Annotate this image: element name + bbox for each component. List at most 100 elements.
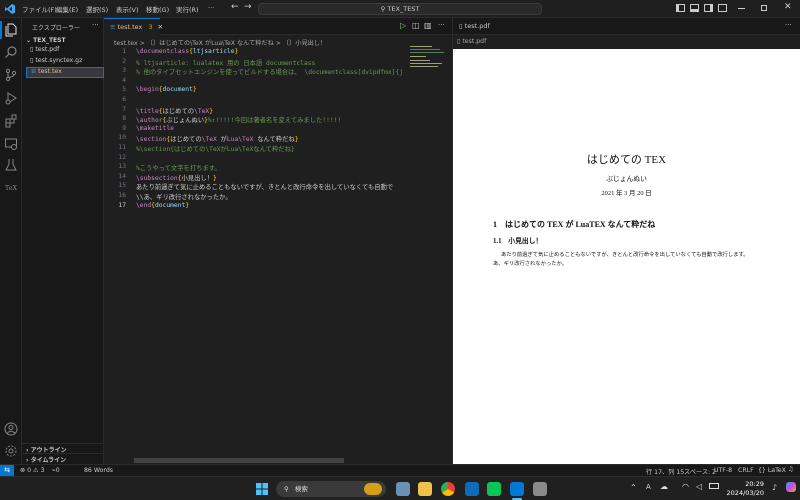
toggle-secondary-sidebar-icon[interactable]: [704, 4, 713, 12]
customize-layout-icon[interactable]: [718, 4, 727, 12]
code-line[interactable]: % 他のタイプセットエンジンを使ってビルドする場合は、 \documentcla…: [136, 67, 403, 76]
taskbar-search-box[interactable]: ⚲ 検索: [276, 481, 386, 497]
horizontal-scrollbar[interactable]: [134, 458, 344, 463]
volume-icon[interactable]: ◁: [696, 482, 702, 491]
menu-selection[interactable]: 選択(S): [86, 4, 108, 14]
folder-header[interactable]: ⌄ TEX_TEST: [26, 37, 66, 44]
clock-date[interactable]: 2024/03/20: [722, 489, 764, 497]
code-line[interactable]: % ltjsarticle: lualatex 用の 日本語 documentc…: [136, 58, 315, 67]
search-icon[interactable]: [4, 45, 18, 59]
code-line[interactable]: \end{document}: [136, 202, 189, 209]
timeline-section[interactable]: › タイムライン: [22, 453, 104, 464]
forward-arrow-icon[interactable]: →: [244, 2, 252, 12]
code-line[interactable]: \maketitle: [136, 125, 174, 132]
toggle-primary-sidebar-icon[interactable]: [676, 4, 685, 12]
code-line[interactable]: %\section{はじめての\TeXがLua\TeXなんて粋だね}: [136, 144, 295, 153]
code-line[interactable]: \author{ぶじょんぬい}%↑!!!!!今回は著者名を変えてみました!!!!…: [136, 115, 341, 124]
vscode-taskbar-icon[interactable]: [510, 482, 524, 496]
code-token: }: [185, 201, 190, 209]
notifications-bell-icon[interactable]: ♫: [788, 466, 794, 473]
run-debug-icon[interactable]: [4, 91, 18, 105]
code-line[interactable]: \subsection{小見出し！}: [136, 173, 217, 182]
clock-time[interactable]: 20:29: [732, 480, 764, 488]
code-token: \TeX: [194, 107, 210, 115]
task-view-icon[interactable]: [396, 482, 410, 496]
split-editor-icon[interactable]: ▥: [424, 21, 432, 30]
run-build-icon[interactable]: ▷: [400, 21, 406, 30]
toggle-panel-icon[interactable]: [690, 4, 699, 12]
file-item-tex[interactable]: ≡ test.tex: [26, 67, 104, 78]
line-app-icon[interactable]: [487, 482, 501, 496]
tab-test-tex[interactable]: ≡ test.tex 3 ✕: [104, 18, 163, 35]
code-line[interactable]: あたり前過ぎて気に止めることもないですが、きとんと改行命令を出していなくても自動…: [136, 182, 393, 191]
settings-gear-icon[interactable]: [4, 444, 18, 458]
explorer-icon[interactable]: [4, 23, 18, 37]
account-icon[interactable]: [4, 422, 18, 436]
cloud-icon[interactable]: ☁: [660, 482, 668, 491]
line-ending[interactable]: CRLF: [738, 467, 754, 474]
maximize-icon[interactable]: [761, 5, 767, 11]
battery-icon[interactable]: [709, 483, 719, 489]
more-menu-icon[interactable]: ···: [208, 4, 214, 12]
encoding[interactable]: UTF-8: [714, 467, 732, 474]
word-count[interactable]: 86 Words: [84, 467, 113, 474]
extensions-icon[interactable]: [4, 114, 18, 128]
menu-run[interactable]: 実行(R): [176, 4, 199, 14]
language-mode[interactable]: {} LaTeX: [758, 467, 786, 474]
source-control-icon[interactable]: [4, 68, 18, 82]
editor-group: ≡ test.tex 3 ✕ ▷ ◫ ▥ ··· test.tex > 〔〕はじ…: [104, 18, 452, 464]
menu-file[interactable]: ファイル(F): [22, 4, 57, 14]
code-line[interactable]: \documentclass{ltjsarticle}: [136, 48, 238, 55]
close-icon[interactable]: ✕: [784, 2, 792, 12]
font-indicator-icon[interactable]: A: [646, 483, 651, 491]
breadcrumb[interactable]: test.tex > 〔〕はじめての\TeX がLua\TeX なんて粋だね >…: [104, 36, 452, 48]
cursor-position[interactable]: 行 17、列 15: [646, 467, 684, 476]
remote-explorer-icon[interactable]: [4, 137, 18, 151]
pdf-more-icon[interactable]: ···: [785, 21, 792, 29]
code-line[interactable]: \section{はじめての\TeX がLua\TeX なんて粋だね}: [136, 134, 299, 143]
file-item-synctex[interactable]: ▯ test.synctex.gz: [30, 57, 104, 67]
tex-file-icon: ≡: [110, 23, 116, 31]
windows-taskbar: ⚲ 検索 ⌃ A ☁ ◠ ◁ 20:29 2024/03/20 ♪: [0, 476, 800, 500]
code-line[interactable]: \title{はじめての\TeX}: [136, 106, 213, 115]
ports-indicator[interactable]: ⌁0: [52, 467, 60, 474]
line-number: 6: [122, 96, 126, 103]
notification-bell-icon[interactable]: ♪: [772, 483, 777, 492]
tab-close-icon[interactable]: ✕: [158, 23, 163, 31]
line-number: 9: [122, 124, 126, 132]
minimize-icon[interactable]: [738, 8, 745, 9]
indentation[interactable]: スペース: 2: [684, 467, 716, 476]
code-line[interactable]: \\あ、ギリ改行されなかったか。: [136, 192, 232, 201]
menu-edit[interactable]: 編集(E): [56, 4, 78, 14]
explorer-more-icon[interactable]: ···: [92, 21, 99, 29]
show-hidden-icons-icon[interactable]: ⌃: [630, 483, 637, 492]
mail-icon[interactable]: [465, 482, 479, 496]
file-explorer-icon[interactable]: [418, 482, 432, 496]
code-line[interactable]: \begin{document}: [136, 86, 197, 93]
tab-label: test.pdf: [464, 22, 490, 30]
copilot-icon[interactable]: [786, 482, 796, 492]
snipping-tool-icon[interactable]: [533, 482, 547, 496]
outline-section[interactable]: › アウトライン: [22, 443, 104, 454]
menu-view[interactable]: 表示(V): [116, 4, 139, 14]
remote-indicator[interactable]: ⇆: [0, 465, 14, 476]
tex-icon[interactable]: TeX: [4, 181, 18, 195]
command-center-search[interactable]: ⚲ TEX_TEST: [258, 3, 542, 15]
minimap[interactable]: [410, 46, 446, 70]
wifi-icon[interactable]: ◠: [682, 482, 689, 491]
menu-go[interactable]: 移動(G): [146, 4, 169, 14]
chrome-icon[interactable]: [441, 482, 455, 496]
windows-start-icon[interactable]: [255, 482, 269, 496]
pdf-page[interactable]: はじめての TEX ぶじょんぬい 2021 年 3 月 20 日 1 はじめての…: [453, 49, 800, 464]
view-pdf-icon[interactable]: ◫: [412, 21, 420, 30]
tab-test-pdf[interactable]: ▯ test.pdf: [453, 18, 503, 35]
file-item-pdf[interactable]: ▯ test.pdf: [30, 46, 104, 56]
pdf-breadcrumb[interactable]: ▯ test.pdf: [453, 36, 800, 48]
line-number: 14: [118, 172, 126, 180]
pdf-doc-date: 2021 年 3 月 20 日: [601, 190, 652, 197]
back-arrow-icon[interactable]: ←: [231, 2, 239, 12]
problems-indicator[interactable]: ⊗ 0 ⚠ 3: [20, 467, 45, 474]
editor-more-icon[interactable]: ···: [438, 21, 445, 29]
testing-icon[interactable]: [4, 158, 18, 172]
code-line[interactable]: %こうやって文字を打ちます。: [136, 163, 221, 172]
